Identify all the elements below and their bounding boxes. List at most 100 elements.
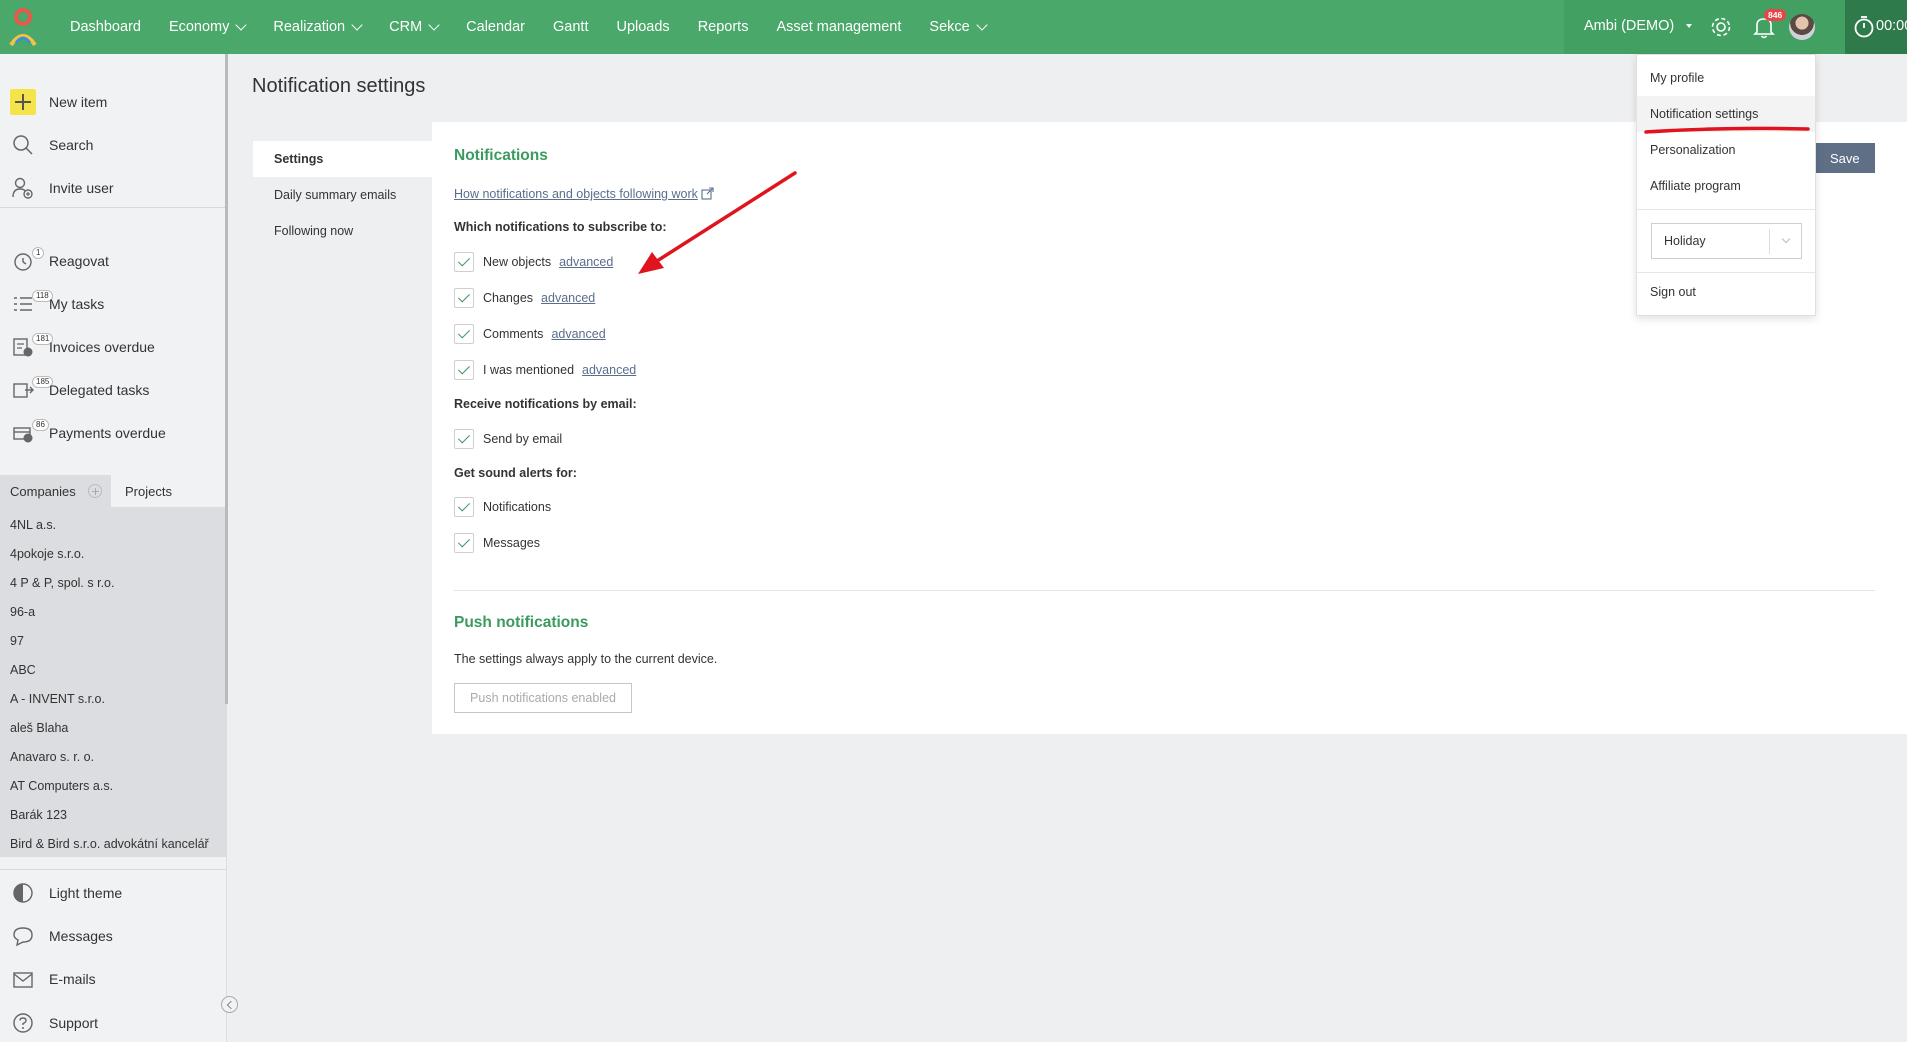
new-objects-checkbox[interactable] [454, 252, 474, 272]
sidebar-item-payments-overdue[interactable]: 86 Payments overdue [0, 415, 227, 451]
push-notifications-button[interactable]: Push notifications enabled [454, 683, 632, 713]
company-item[interactable]: 97 [10, 634, 24, 648]
nav-sekce[interactable]: Sekce [915, 19, 999, 35]
notification-count-badge: 846 [1764, 9, 1787, 21]
sidebar-search[interactable]: Search [0, 127, 227, 163]
sidebar-item-invoices-overdue[interactable]: 181 Invoices overdue [0, 329, 227, 365]
comments-row: Comments advanced [454, 324, 606, 344]
status-select[interactable]: Holiday [1651, 223, 1802, 259]
company-item[interactable]: Bird & Bird s.r.o. advokátní kancelář [10, 837, 209, 851]
top-navigation-bar: Dashboard Economy Realization CRM Calend… [0, 0, 1907, 54]
company-item[interactable]: A - INVENT s.r.o. [10, 692, 105, 706]
sound-notifications-checkbox[interactable] [454, 497, 474, 517]
nav-realization[interactable]: Realization [259, 19, 375, 35]
company-item[interactable]: 96-a [10, 605, 35, 619]
company-item[interactable]: 4 P & P, spol. s r.o. [10, 576, 114, 590]
mentioned-advanced-link[interactable]: advanced [582, 363, 636, 377]
sidebar-item-label: Light theme [49, 885, 123, 901]
nav-reports[interactable]: Reports [684, 19, 763, 35]
nav-crm[interactable]: CRM [375, 19, 452, 35]
sidebar-emails[interactable]: E-mails [0, 961, 227, 997]
gear-icon[interactable] [1708, 14, 1734, 40]
nav-economy[interactable]: Economy [155, 19, 259, 35]
settings-nav: Settings Daily summary emails Following … [253, 141, 433, 249]
annotation-underline-icon [1644, 126, 1810, 134]
sound-messages-checkbox[interactable] [454, 533, 474, 553]
push-section-title: Push notifications [454, 614, 589, 631]
sidebar-item-my-tasks[interactable]: 118 My tasks [0, 286, 227, 322]
company-item[interactable]: aleš Blaha [10, 721, 68, 735]
invite-user-icon [12, 177, 33, 199]
app-logo-icon[interactable] [8, 7, 38, 47]
settings-nav-settings[interactable]: Settings [253, 141, 433, 177]
timer-area[interactable]: 00:00 [1845, 0, 1907, 54]
new-objects-advanced-link[interactable]: advanced [559, 255, 613, 269]
nav-calendar[interactable]: Calendar [452, 19, 539, 35]
changes-row: Changes advanced [454, 288, 595, 308]
sidebar-item-reagovat[interactable]: 1 Reagovat [0, 243, 227, 279]
nav-gantt[interactable]: Gantt [539, 19, 602, 35]
add-company-icon[interactable] [88, 484, 102, 498]
menu-affiliate-program[interactable]: Affiliate program [1637, 168, 1815, 204]
mentioned-row: I was mentioned advanced [454, 360, 636, 380]
sound-messages-row: Messages [454, 533, 540, 553]
nav-dashboard[interactable]: Dashboard [56, 19, 155, 35]
sidebar-messages[interactable]: Messages [0, 918, 227, 954]
settings-nav-following-now[interactable]: Following now [253, 213, 433, 249]
company-item[interactable]: Anavaro s. r. o. [10, 750, 94, 764]
company-item[interactable]: AT Computers a.s. [10, 779, 113, 793]
email-label: Receive notifications by email: [454, 397, 637, 411]
sound-notifications-row: Notifications [454, 497, 551, 517]
plus-icon [10, 89, 36, 115]
chat-icon [13, 927, 33, 947]
tab-companies[interactable]: Companies [0, 475, 111, 507]
divider [0, 869, 227, 870]
help-icon [13, 1013, 33, 1033]
mentioned-checkbox[interactable] [454, 360, 474, 380]
sidebar-new-item[interactable]: New item [0, 84, 227, 120]
menu-personalization[interactable]: Personalization [1637, 132, 1815, 168]
divider [1637, 272, 1815, 273]
nav-uploads[interactable]: Uploads [602, 19, 683, 35]
sidebar-item-label: Reagovat [49, 253, 109, 269]
menu-sign-out[interactable]: Sign out [1637, 274, 1815, 310]
page-title: Notification settings [252, 75, 426, 97]
caret-down-icon [1686, 24, 1692, 28]
comments-advanced-link[interactable]: advanced [551, 327, 605, 341]
save-button[interactable]: Save [1806, 143, 1875, 173]
stopwatch-icon [1854, 16, 1874, 38]
settings-nav-daily-summary[interactable]: Daily summary emails [253, 177, 433, 213]
new-objects-row: New objects advanced [454, 252, 613, 272]
changes-checkbox[interactable] [454, 288, 474, 308]
divider [1637, 209, 1815, 210]
count-badge: 86 [32, 419, 49, 431]
user-name-button[interactable]: Ambi (DEMO) [1584, 18, 1674, 34]
sidebar-invite-user[interactable]: Invite user [0, 170, 227, 206]
company-item[interactable]: ABC [10, 663, 36, 677]
company-item[interactable]: Barák 123 [10, 808, 67, 822]
sidebar-item-label: Delegated tasks [49, 382, 150, 398]
sidebar-support[interactable]: Support [0, 1005, 227, 1041]
sidebar-scrollbar[interactable] [225, 54, 228, 704]
send-email-label: Send by email [483, 432, 563, 446]
mentioned-label: I was mentioned [483, 363, 575, 377]
tab-projects[interactable]: Projects [111, 475, 227, 507]
annotation-arrow-icon [638, 171, 797, 274]
sidebar-item-delegated-tasks[interactable]: 185 Delegated tasks [0, 372, 227, 408]
send-email-checkbox[interactable] [454, 429, 474, 449]
company-item[interactable]: 4pokoje s.r.o. [10, 547, 84, 561]
avatar[interactable] [1789, 14, 1815, 40]
changes-advanced-link[interactable]: advanced [541, 291, 595, 305]
collapse-sidebar-button[interactable] [221, 996, 238, 1013]
company-item[interactable]: 4NL a.s. [10, 518, 56, 532]
chevron-down-icon [1781, 234, 1791, 244]
nav-asset-management[interactable]: Asset management [762, 19, 915, 35]
count-badge: 1 [32, 247, 45, 259]
theme-icon [13, 883, 33, 903]
timer-value: 00:00 [1876, 18, 1907, 34]
sound-messages-label: Messages [483, 536, 540, 550]
chevron-down-icon [351, 19, 363, 31]
sidebar-light-theme[interactable]: Light theme [0, 875, 227, 911]
comments-checkbox[interactable] [454, 324, 474, 344]
menu-my-profile[interactable]: My profile [1637, 60, 1815, 96]
